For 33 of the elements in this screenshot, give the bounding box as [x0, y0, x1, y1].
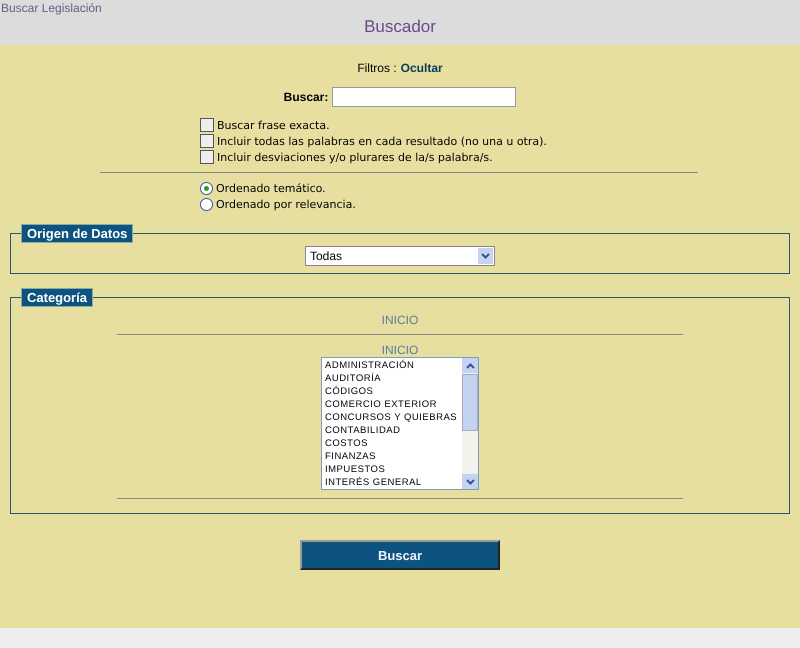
option-label: Buscar frase exacta. — [217, 118, 330, 132]
checkbox[interactable] — [200, 134, 214, 148]
breadcrumb-link[interactable]: Buscar Legislación — [1, 1, 102, 15]
radio-button[interactable] — [200, 198, 213, 210]
list-item[interactable]: COSTOS — [325, 437, 459, 450]
panel-legend: Origen de Datos — [21, 224, 134, 243]
list-item[interactable]: IMPUESTOS — [325, 463, 459, 476]
panel-legend: Categoría — [21, 288, 93, 307]
option-label: Incluir todas las palabras en cada resultado (no una u otra). — [217, 134, 547, 148]
list-item[interactable]: INTERÉS GENERAL — [325, 476, 459, 489]
list-title: INICIO — [380, 343, 420, 357]
list-item[interactable]: CONTABILIDAD — [325, 424, 459, 437]
page-title: Buscador — [364, 17, 436, 37]
scrollbar[interactable] — [462, 358, 478, 489]
search-button[interactable]: Buscar — [300, 540, 500, 570]
search-label: Buscar: — [284, 90, 328, 104]
list-item[interactable]: AUDITORÍA — [325, 372, 459, 385]
list-item[interactable]: FINANZAS — [325, 450, 459, 463]
option-label: Incluir desviaciones y/o plurares de la/s palabra/s. — [217, 150, 493, 164]
radio-button[interactable] — [200, 182, 213, 194]
filters-label: Filtros : — [357, 61, 397, 75]
list-item[interactable]: CONCURSOS Y QUIEBRAS — [325, 411, 459, 424]
list-item[interactable]: CÓDIGOS — [325, 385, 459, 398]
origin-dropdown[interactable]: Todas — [305, 246, 495, 266]
category-listbox[interactable]: ADMINISTRACIÓN AUDITORÍA CÓDIGOS COMERCIO EXTERIOR CONCURSOS Y QUIEBRAS CONTABILIDAD COSTOS FINANZAS IMPUESTOS INTERÉS GENERAL — [321, 357, 479, 490]
list-item[interactable]: COMERCIO EXTERIOR — [325, 398, 459, 411]
checkbox[interactable] — [200, 118, 214, 132]
hide-filters-link[interactable]: Ocultar — [400, 61, 443, 75]
search-field[interactable] — [332, 87, 516, 107]
radio-label: Ordenado temático. — [216, 182, 326, 194]
radio-label: Ordenado por relevancia. — [216, 198, 356, 210]
list-item[interactable]: ADMINISTRACIÓN — [325, 359, 459, 372]
checkbox[interactable] — [200, 150, 214, 164]
